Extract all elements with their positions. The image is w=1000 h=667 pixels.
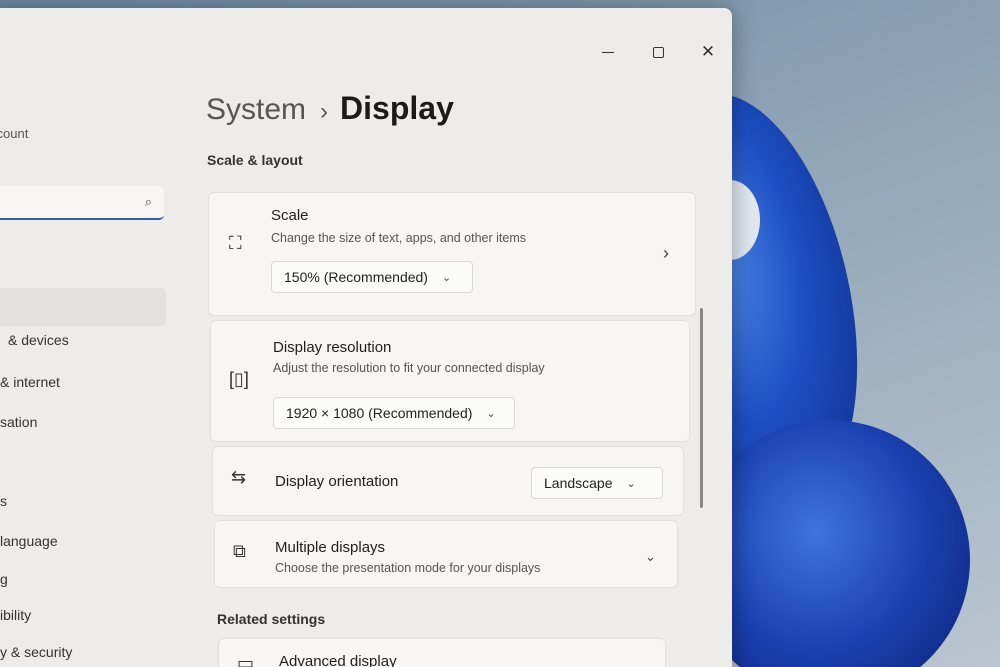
resolution-icon: [▯] (229, 369, 249, 389)
chevron-right-icon[interactable]: › (663, 243, 669, 264)
scale-description: Change the size of text, apps, and other… (271, 231, 527, 245)
resize-icon: ⛶ (229, 233, 242, 253)
sidebar-item-network-internet[interactable]: & internet (0, 374, 60, 390)
sidebar: ccount ⌕ & devices & internet sation s l… (0, 8, 180, 667)
close-button[interactable]: ✕ (694, 40, 722, 64)
section-heading-related-settings: Related settings (217, 611, 326, 627)
orientation-dropdown[interactable]: Landscape ⌄ (531, 467, 663, 499)
display-resolution-card: [▯] Display resolution Adjust the resolu… (210, 320, 690, 442)
search-input[interactable]: ⌕ (0, 186, 164, 220)
sidebar-item-bluetooth-devices[interactable]: & devices (8, 332, 69, 348)
orientation-icon: ⇆ (231, 467, 247, 487)
orientation-dropdown-value: Landscape (544, 475, 613, 491)
multiple-displays-title: Multiple displays (275, 539, 386, 556)
resolution-dropdown-value: 1920 × 1080 (Recommended) (286, 405, 473, 421)
maximize-icon (652, 46, 664, 58)
multiple-displays-icon: ⧉ (233, 541, 246, 561)
breadcrumb-parent[interactable]: System (206, 93, 306, 127)
sidebar-item-privacy-security[interactable]: y & security (0, 644, 72, 660)
minimize-button[interactable] (594, 40, 622, 64)
chevron-down-icon: ⌄ (626, 477, 636, 490)
close-icon: ✕ (700, 42, 716, 61)
breadcrumb: System › Display (206, 90, 454, 127)
display-orientation-card: ⇆ Display orientation Landscape ⌄ (212, 446, 684, 516)
breadcrumb-separator-icon: › (320, 98, 329, 125)
scale-dropdown-value: 150% (Recommended) (284, 269, 428, 285)
display-resolution-description: Adjust the resolution to fit your connec… (273, 361, 545, 375)
sidebar-item-system-selected[interactable] (0, 288, 166, 326)
scrollbar[interactable] (700, 308, 703, 508)
display-orientation-title: Display orientation (275, 473, 399, 490)
chevron-down-icon: ⌄ (486, 407, 496, 420)
sidebar-item-time-language[interactable]: language (0, 533, 58, 549)
multiple-displays-description: Choose the presentation mode for your di… (275, 561, 541, 575)
sidebar-item-gaming[interactable]: g (0, 571, 8, 587)
sidebar-item-personalisation[interactable]: sation (0, 414, 37, 430)
monitor-icon: ▭ (237, 653, 255, 667)
account-label[interactable]: ccount (0, 126, 28, 141)
advanced-display-card[interactable]: ▭ Advanced display (218, 638, 666, 667)
chevron-down-icon[interactable]: ⌄ (645, 549, 656, 565)
minimize-icon (602, 51, 614, 53)
scale-card[interactable]: ⛶ Scale Change the size of text, apps, a… (208, 192, 696, 316)
settings-window: ✕ ccount ⌕ & devices & internet sation s… (0, 8, 732, 667)
multiple-displays-card[interactable]: ⧉ Multiple displays Choose the presentat… (214, 520, 678, 588)
chevron-down-icon: ⌄ (441, 271, 452, 284)
search-icon: ⌕ (144, 194, 152, 209)
display-resolution-title: Display resolution (273, 339, 392, 356)
advanced-display-title: Advanced display (279, 653, 397, 667)
scale-dropdown[interactable]: 150% (Recommended) ⌄ (271, 261, 473, 293)
resolution-dropdown[interactable]: 1920 × 1080 (Recommended) ⌄ (273, 397, 515, 429)
section-heading-scale-layout: Scale & layout (207, 152, 303, 168)
page-title: Display (340, 90, 454, 126)
maximize-button[interactable] (644, 40, 672, 64)
scale-title: Scale (271, 207, 309, 224)
sidebar-item-accessibility[interactable]: ibility (0, 607, 31, 623)
sidebar-item-apps[interactable]: s (0, 493, 7, 509)
